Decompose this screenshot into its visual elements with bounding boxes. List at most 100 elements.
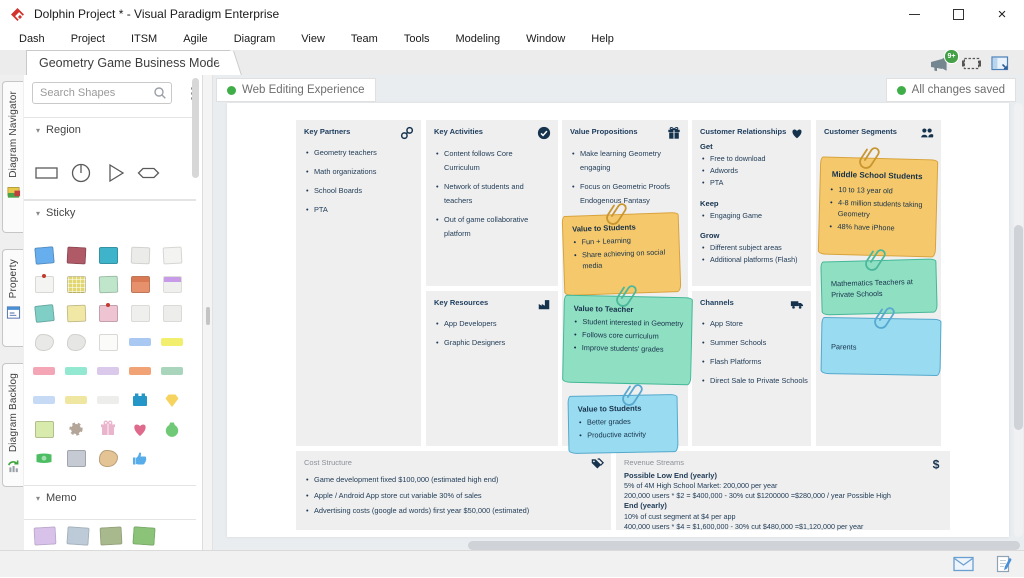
menu-modeling[interactable]: Modeling <box>443 33 514 45</box>
panel-title: Value Propositions <box>570 127 680 136</box>
note-label: Parents <box>831 342 857 353</box>
shape-strip-lavender[interactable] <box>96 359 120 383</box>
shape-note-silver[interactable] <box>64 446 88 470</box>
shape-note-pinned-white[interactable] <box>32 272 56 296</box>
shape-note-plain-gray[interactable] <box>160 301 184 325</box>
shape-strip-sage[interactable] <box>160 359 184 383</box>
shape-flag-gray[interactable] <box>32 330 56 354</box>
menu-help[interactable]: Help <box>578 33 627 45</box>
shape-sticky-salmon[interactable] <box>128 272 152 296</box>
shape-memo-olive[interactable] <box>100 526 123 545</box>
shape-strip-lined-blue[interactable] <box>32 388 56 412</box>
shape-memo-green[interactable] <box>132 526 155 545</box>
mail-icon[interactable] <box>953 556 974 577</box>
shape-gear-taupe[interactable] <box>64 417 88 441</box>
shape-note-pinned-pink[interactable] <box>96 301 120 325</box>
panel-title: Customer Relationships <box>700 127 803 136</box>
search-shapes-input[interactable] <box>32 82 172 104</box>
shape-memo-lavender[interactable] <box>34 526 57 545</box>
shape-sticky-plaid-yellow[interactable] <box>64 272 88 296</box>
section-header-sticky[interactable]: ▾ Sticky <box>24 200 196 225</box>
menu-agile[interactable]: Agile <box>170 33 220 45</box>
shape-note-folded-corner[interactable] <box>160 243 184 267</box>
minimize-button[interactable] <box>892 0 936 28</box>
maximize-button[interactable] <box>936 0 980 28</box>
menu-dash[interactable]: Dash <box>6 33 58 45</box>
shape-sticky-pale-yellow[interactable] <box>64 301 88 325</box>
layout-panel-icon[interactable] <box>991 55 1010 72</box>
group-label: Grow <box>700 231 803 240</box>
panel-bullet: Free to download <box>700 153 803 165</box>
shape-strip-mint[interactable] <box>64 359 88 383</box>
shape-strip-white[interactable] <box>96 388 120 412</box>
shape-sticky-maroon[interactable] <box>64 243 88 267</box>
bmc-panel-revenue-streams[interactable]: Revenue Streams$Possible Low End (yearly… <box>616 451 950 530</box>
shape-strip-blue[interactable] <box>128 330 152 354</box>
menu-view[interactable]: View <box>288 33 338 45</box>
shape-sticky-blue[interactable] <box>32 243 56 267</box>
bmc-panel-cost-structure[interactable]: Cost StructureGame development fixed $10… <box>296 451 611 530</box>
shape-strip-pink[interactable] <box>32 359 56 383</box>
shape-note-tab-gray[interactable] <box>128 301 152 325</box>
shape-gift-pink[interactable] <box>96 417 120 441</box>
bmc-panel-key-resources[interactable]: Key ResourcesApp DevelopersGraphic Desig… <box>426 291 558 446</box>
menu-itsm[interactable]: ITSM <box>118 33 170 45</box>
group-label: Keep <box>700 199 803 208</box>
shape-sticky-mint[interactable] <box>96 272 120 296</box>
shape-sticky-gray[interactable] <box>128 243 152 267</box>
shape-pouch-green[interactable] <box>160 417 184 441</box>
shape-memo-bluegray[interactable] <box>66 526 89 545</box>
revenue-line: 200,000 users * $2 = $400,000 - 30% cut … <box>624 491 942 501</box>
clock-region[interactable] <box>68 160 94 186</box>
shape-notepad-teal[interactable] <box>32 301 56 325</box>
sidebar-tab-property[interactable]: Property <box>2 249 23 347</box>
shape-curl-gray[interactable] <box>64 330 88 354</box>
shape-gem-yellow[interactable] <box>160 388 184 412</box>
bmc-panel-key-activities[interactable]: Key ActivitiesContent follows Core Curri… <box>426 120 558 286</box>
menu-team[interactable]: Team <box>338 33 391 45</box>
menu-window[interactable]: Window <box>513 33 578 45</box>
shape-sticky-teal[interactable] <box>96 243 120 267</box>
canvas-vscroll-thumb[interactable] <box>1014 225 1023 430</box>
close-button[interactable]: × <box>980 0 1024 28</box>
megaphone-icon[interactable]: 9+ <box>928 54 952 73</box>
shapes-panel-scrollbar[interactable] <box>192 78 199 178</box>
splitter-grip[interactable] <box>206 307 210 325</box>
section-header-memo[interactable]: ▾ Memo <box>24 485 196 510</box>
bmc-panel-key-partners[interactable]: Key PartnersGeometry teachersMath organi… <box>296 120 421 446</box>
shape-note-pale-green[interactable] <box>32 417 56 441</box>
shape-ribbon-orange[interactable] <box>128 359 152 383</box>
bmc-panel-channels[interactable]: ChannelsApp StoreSummer SchoolsFlash Pla… <box>692 291 811 446</box>
diagram-canvas[interactable]: Web Editing Experience All changes saved… <box>213 75 1024 550</box>
shape-thumb-blue[interactable] <box>128 446 152 470</box>
fit-selection-icon[interactable] <box>961 55 982 72</box>
shape-brick-blue[interactable] <box>128 388 152 412</box>
triangle-region[interactable] <box>102 160 128 186</box>
panel-splitter[interactable] <box>203 75 213 550</box>
menu-diagram[interactable]: Diagram <box>221 33 289 45</box>
panel-bullet: School Boards <box>304 185 413 197</box>
revenue-line: End (yearly) <box>624 501 942 511</box>
menu-project[interactable]: Project <box>58 33 118 45</box>
sidebar-tab-diagram-navigator[interactable]: Diagram Navigator <box>2 81 23 233</box>
breadcrumb-tab[interactable]: Geometry Game Business Model <box>26 50 230 75</box>
canvas-hscroll-thumb[interactable] <box>468 541 1020 550</box>
panel-title: Key Resources <box>434 298 550 307</box>
check-icon <box>537 126 551 140</box>
section-header-region[interactable]: ▾ Region <box>24 117 196 142</box>
bmc-panel-customer-relationships[interactable]: Customer RelationshipsGetFree to downloa… <box>692 120 811 286</box>
hexagon-region[interactable] <box>136 160 162 186</box>
panel-bullet-list: Game development fixed $100,000 (estimat… <box>304 475 603 517</box>
shape-card-white[interactable] <box>96 330 120 354</box>
menu-tools[interactable]: Tools <box>391 33 443 45</box>
shape-blob-tan[interactable] <box>96 446 120 470</box>
shape-money-green[interactable] <box>32 446 56 470</box>
paper-clip-icon <box>618 281 638 316</box>
rectangle-region[interactable] <box>34 160 60 186</box>
shape-strip-yellow[interactable] <box>160 330 184 354</box>
shape-heart-rose[interactable] <box>128 417 152 441</box>
shape-strip-dotted-yellow[interactable] <box>64 388 88 412</box>
shape-sticky-purple-band[interactable] <box>160 272 184 296</box>
edit-note-icon[interactable] <box>996 555 1012 578</box>
sidebar-tab-diagram-backlog[interactable]: Diagram Backlog <box>2 363 23 487</box>
